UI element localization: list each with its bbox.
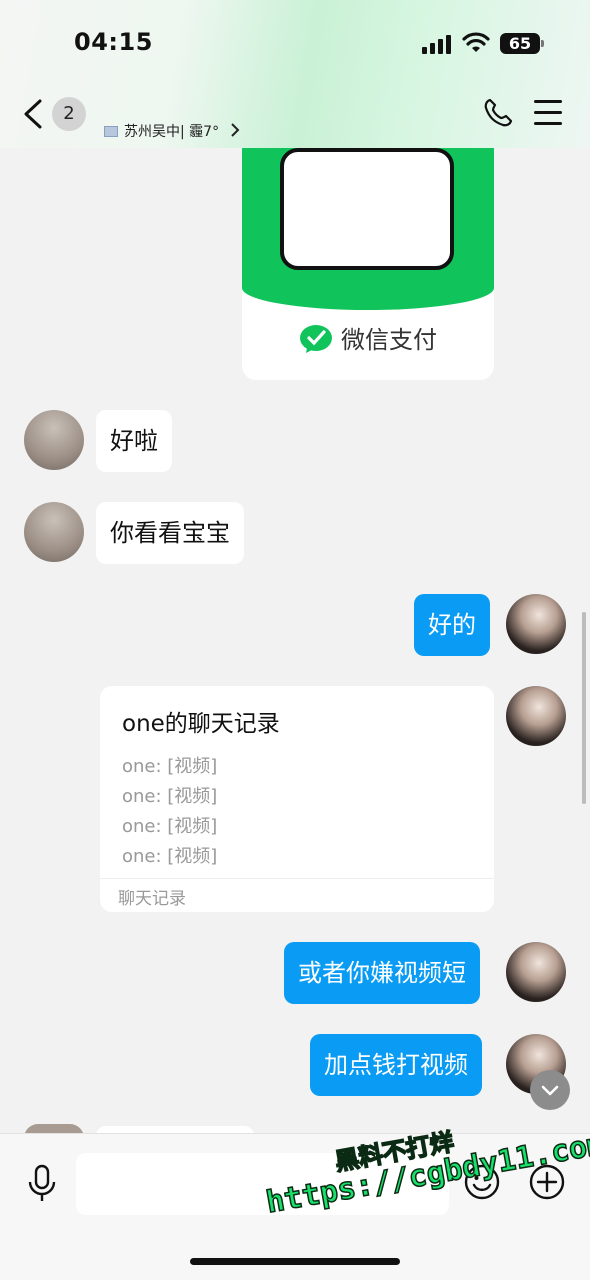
chevron-right-icon xyxy=(230,123,239,137)
location-thumbnail-icon xyxy=(104,126,118,137)
message-bubble-outgoing[interactable]: 好的 xyxy=(414,594,490,656)
wifi-icon xyxy=(462,32,490,52)
chat-record-title: one的聊天记录 xyxy=(122,711,280,737)
message-bubble-incoming[interactable]: 你看看宝宝 xyxy=(96,502,244,564)
scrollbar[interactable] xyxy=(582,612,586,804)
chat-record-footer: 聊天记录 xyxy=(118,889,186,909)
pay-card-header xyxy=(242,148,494,310)
location-weather[interactable]: 苏州吴中| 霾7° xyxy=(104,121,240,140)
back-arrow-icon[interactable] xyxy=(20,98,46,130)
chat-record-line: one: [视频] xyxy=(122,756,218,777)
wechat-pay-qr-card[interactable]: 微信支付 xyxy=(242,148,494,380)
message-bubble-outgoing[interactable]: 加点钱打视频 xyxy=(310,1034,482,1096)
location-text: 苏州吴中| 霾7° xyxy=(124,124,220,140)
status-time: 04:15 xyxy=(74,28,153,56)
qr-code-image xyxy=(280,148,454,270)
contact-avatar[interactable] xyxy=(24,502,84,562)
wechat-pay-logo-icon xyxy=(300,325,332,353)
message-bubble-outgoing[interactable]: 或者你嫌视频短 xyxy=(284,942,480,1004)
chevron-down-icon xyxy=(541,1085,559,1096)
contact-avatar[interactable] xyxy=(24,410,84,470)
status-bar: 04:15 65 xyxy=(0,0,590,88)
message-list[interactable]: 微信支付 好啦 你看看宝宝 好的 one的聊天记录 one: [视频] one:… xyxy=(0,148,590,1133)
chat-record-line: one: [视频] xyxy=(122,786,218,807)
chat-screen: 04:15 65 2 苏州吴中| 霾7° 微信支付 好啦 你看看宝宝 好的 on… xyxy=(0,0,590,1280)
home-indicator xyxy=(190,1258,400,1265)
my-avatar[interactable] xyxy=(506,686,566,746)
message-bubble-incoming[interactable]: 好啦 xyxy=(96,410,172,472)
menu-icon[interactable] xyxy=(534,100,562,126)
phone-call-icon[interactable] xyxy=(482,97,514,129)
voice-input-icon[interactable] xyxy=(26,1164,58,1204)
chat-record-line: one: [视频] xyxy=(122,816,218,837)
battery-level: 65 xyxy=(500,33,544,54)
chat-record-divider xyxy=(100,878,494,879)
scroll-to-bottom-button[interactable] xyxy=(530,1070,570,1110)
pay-brand: 微信支付 xyxy=(242,320,494,355)
chat-record-line: one: [视频] xyxy=(122,846,218,867)
cellular-signal-icon xyxy=(422,34,452,54)
my-avatar[interactable] xyxy=(506,942,566,1002)
chat-record-card[interactable]: one的聊天记录 one: [视频] one: [视频] one: [视频] o… xyxy=(100,686,494,912)
pay-brand-label: 微信支付 xyxy=(341,326,437,354)
my-avatar[interactable] xyxy=(506,594,566,654)
unread-count-badge[interactable]: 2 xyxy=(52,97,86,131)
